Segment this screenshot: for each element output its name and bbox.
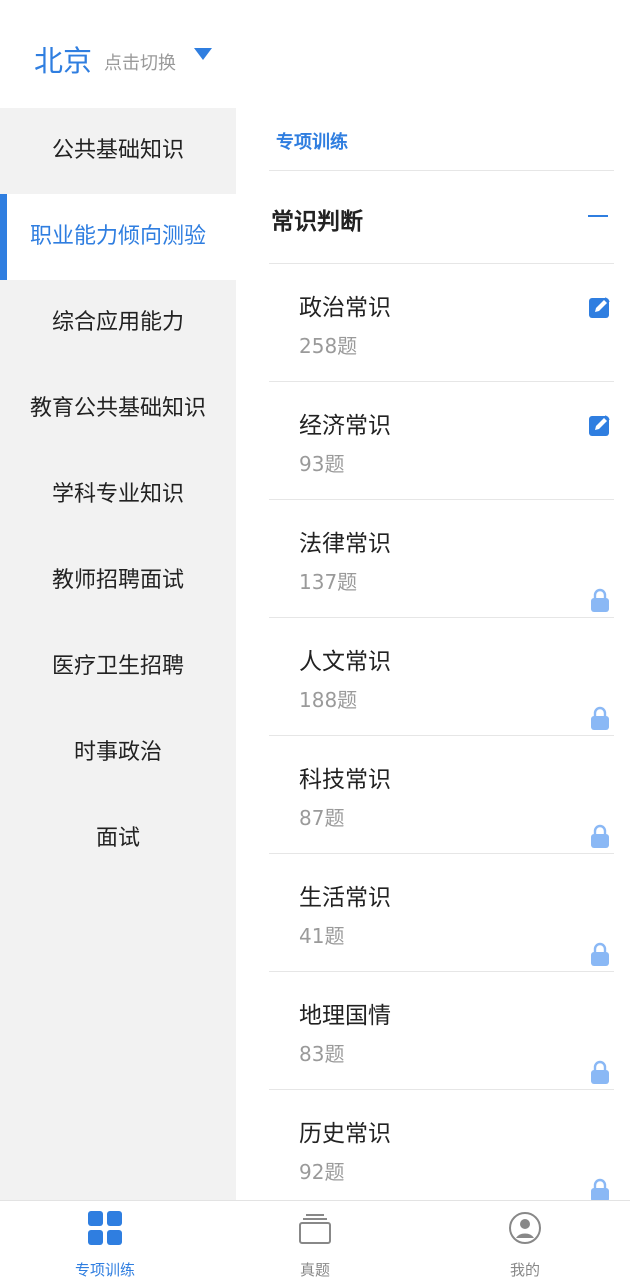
sidebar-item-label: 公共基础知识 — [51, 138, 184, 163]
list-item[interactable]: 政治常识 258题 — [269, 264, 614, 382]
city-switch-hint[interactable]: 点击切换 — [104, 49, 176, 75]
sidebar-item-label: 职业能力倾向测验 — [29, 224, 206, 249]
item-name: 地理国情 — [299, 1003, 391, 1029]
lock-icon — [591, 942, 609, 966]
item-name: 法律常识 — [299, 531, 391, 557]
sidebar-item-current-affairs[interactable]: 时事政治 — [0, 710, 236, 796]
sidebar-item-label: 教育公共基础知识 — [29, 396, 206, 421]
lock-icon — [591, 588, 609, 612]
sidebar-item-teacher-interview[interactable]: 教师招聘面试 — [0, 538, 236, 624]
sidebar-item-label: 学科专业知识 — [51, 482, 184, 507]
item-count: 93题 — [299, 452, 345, 476]
list-item[interactable]: 地理国情 83题 — [269, 972, 614, 1090]
item-count: 258题 — [299, 334, 358, 358]
list-item[interactable]: 历史常识 92题 — [269, 1090, 614, 1208]
sidebar-item-applied-ability[interactable]: 综合应用能力 — [0, 280, 236, 366]
bottom-nav: 专项训练 真题 我的 — [0, 1200, 630, 1281]
breadcrumb: 专项训练 — [276, 132, 348, 153]
item-count: 137题 — [299, 570, 358, 594]
caret-down-icon[interactable] — [194, 48, 212, 60]
item-name: 历史常识 — [299, 1121, 391, 1147]
item-count: 188题 — [299, 688, 358, 712]
sidebar-item-label: 面试 — [95, 826, 140, 851]
sidebar-item-label: 医疗卫生招聘 — [51, 654, 184, 679]
user-icon — [509, 1212, 541, 1244]
item-name: 科技常识 — [299, 767, 391, 793]
sidebar-item-label: 综合应用能力 — [51, 310, 184, 335]
lock-icon — [591, 1178, 609, 1202]
divider — [269, 170, 614, 171]
tab-special-training[interactable]: 专项训练 — [0, 1201, 210, 1281]
item-name: 人文常识 — [299, 649, 391, 675]
list-item[interactable]: 人文常识 188题 — [269, 618, 614, 736]
sidebar-item-aptitude-test[interactable]: 职业能力倾向测验 — [0, 194, 236, 280]
item-count: 83题 — [299, 1042, 345, 1066]
section-title[interactable]: 常识判断 — [271, 202, 363, 236]
header: 北京 点击切换 — [0, 0, 630, 108]
edit-icon[interactable] — [589, 296, 611, 318]
tab-past-papers[interactable]: 真题 — [210, 1201, 420, 1281]
item-name: 经济常识 — [299, 413, 391, 439]
item-name: 政治常识 — [299, 295, 391, 321]
item-count: 41题 — [299, 924, 345, 948]
sidebar-item-public-basics[interactable]: 公共基础知识 — [0, 108, 236, 194]
item-count: 87题 — [299, 806, 345, 830]
sidebar-item-interview[interactable]: 面试 — [0, 796, 236, 882]
list-item[interactable]: 经济常识 93题 — [269, 382, 614, 500]
sidebar-item-education-basics[interactable]: 教育公共基础知识 — [0, 366, 236, 452]
tab-label: 真题 — [299, 1261, 330, 1279]
item-name: 生活常识 — [299, 885, 391, 911]
list-item[interactable]: 法律常识 137题 — [269, 500, 614, 618]
collapse-minus-icon[interactable] — [588, 215, 608, 217]
item-count: 92题 — [299, 1160, 345, 1184]
list-item[interactable]: 科技常识 87题 — [269, 736, 614, 854]
list-item[interactable]: 生活常识 41题 — [269, 854, 614, 972]
category-sidebar: 公共基础知识 职业能力倾向测验 综合应用能力 教育公共基础知识 学科专业知识 教… — [0, 108, 236, 1200]
tab-profile[interactable]: 我的 — [420, 1201, 630, 1281]
tab-label: 专项训练 — [74, 1261, 135, 1279]
sidebar-item-subject-knowledge[interactable]: 学科专业知识 — [0, 452, 236, 538]
sidebar-item-label: 教师招聘面试 — [51, 568, 184, 593]
lock-icon — [591, 706, 609, 730]
city-name[interactable]: 北京 — [34, 38, 92, 80]
grid-icon — [88, 1211, 122, 1245]
edit-icon[interactable] — [589, 414, 611, 436]
sidebar-item-medical-recruitment[interactable]: 医疗卫生招聘 — [0, 624, 236, 710]
tab-label: 我的 — [509, 1261, 540, 1279]
lock-icon — [591, 1060, 609, 1084]
sidebar-item-label: 时事政治 — [73, 740, 162, 765]
lock-icon — [591, 824, 609, 848]
stack-icon — [299, 1214, 331, 1244]
